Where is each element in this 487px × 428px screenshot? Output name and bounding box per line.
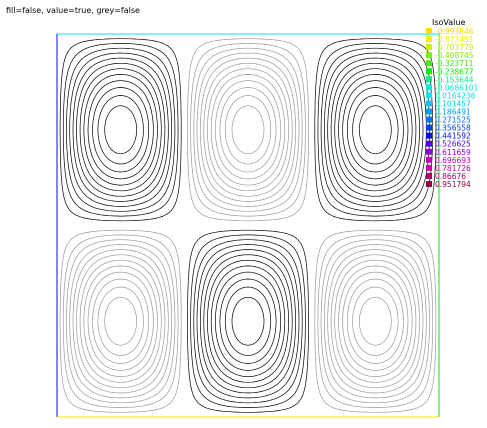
contour-line bbox=[62, 43, 434, 408]
legend-swatch bbox=[426, 124, 432, 131]
contour-line bbox=[76, 62, 420, 389]
contour-line bbox=[79, 68, 417, 383]
legend-swatch bbox=[426, 100, 432, 107]
legend-swatch bbox=[426, 108, 432, 115]
legend-swatch bbox=[426, 132, 432, 139]
contour-line bbox=[66, 47, 430, 404]
legend-swatch bbox=[426, 76, 432, 83]
contour-line bbox=[59, 38, 437, 413]
contour-chart: -0.993846-0.873451-0.703779-0.408745-0.3… bbox=[56, 27, 478, 418]
contour-line bbox=[83, 74, 413, 377]
domain-border bbox=[56, 33, 440, 418]
contour-line bbox=[92, 87, 404, 364]
legend-swatch bbox=[426, 92, 432, 99]
legend-swatch bbox=[426, 36, 432, 43]
chart-title: fill=false, value=true, grey=false bbox=[6, 6, 140, 15]
contour-line bbox=[92, 87, 404, 364]
legend-swatch bbox=[426, 156, 432, 163]
legend-swatch bbox=[426, 116, 432, 123]
contour-line bbox=[69, 52, 427, 399]
legend-swatch bbox=[426, 172, 432, 179]
contour-line bbox=[59, 38, 437, 413]
legend-swatch bbox=[426, 84, 432, 91]
contour-line bbox=[66, 47, 430, 404]
contour-line bbox=[83, 74, 413, 377]
legend-title: IsoValue bbox=[432, 18, 466, 27]
legend: -0.993846-0.873451-0.703779-0.408745-0.3… bbox=[426, 27, 478, 189]
contour-lines bbox=[59, 38, 437, 413]
contour-line bbox=[62, 43, 434, 408]
contour-line bbox=[72, 57, 424, 394]
contour-line bbox=[72, 57, 424, 394]
contour-line bbox=[76, 62, 420, 389]
legend-label: 0.951794 bbox=[435, 180, 471, 189]
legend-swatch bbox=[426, 60, 432, 67]
legend-swatch bbox=[426, 164, 432, 171]
legend-swatch bbox=[426, 28, 432, 34]
legend-swatch bbox=[426, 148, 432, 155]
legend-swatch bbox=[426, 180, 432, 187]
legend-swatch bbox=[426, 52, 432, 59]
legend-swatch bbox=[426, 44, 432, 51]
legend-swatch bbox=[426, 68, 432, 75]
legend-swatch bbox=[426, 140, 432, 147]
contour-line bbox=[69, 52, 427, 399]
contour-line bbox=[79, 68, 417, 383]
